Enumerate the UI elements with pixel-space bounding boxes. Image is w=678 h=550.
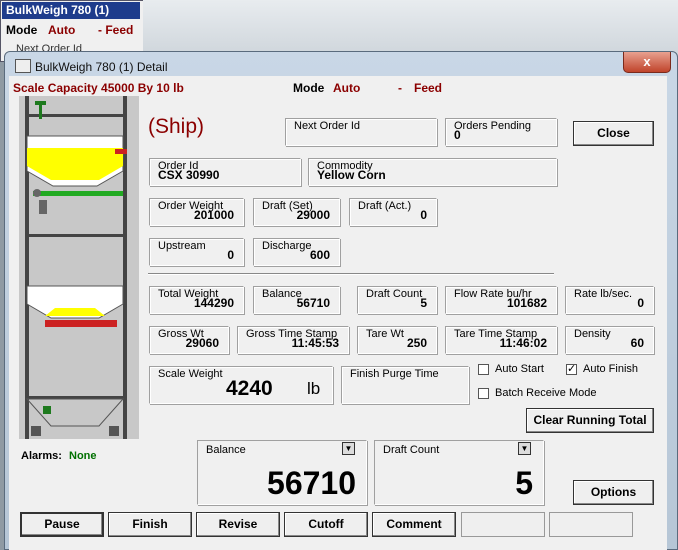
revise-button[interactable]: Revise	[196, 512, 280, 537]
scale-weight-label: Scale Weight	[158, 368, 223, 380]
finish-button[interactable]: Finish	[108, 512, 192, 537]
next-order-id-field: Next Order Id	[285, 118, 437, 146]
discharge-field: Discharge 600	[253, 238, 340, 266]
gross-time-stamp-value: 11:45:53	[291, 336, 339, 350]
balance-dropdown-icon[interactable]: ▼	[342, 442, 355, 455]
draft-count-big-label: Draft Count	[383, 444, 440, 456]
scale-weight-unit: lb	[307, 379, 321, 398]
upstream-field: Upstream 0	[149, 238, 244, 266]
draft-count-label: Draft Count	[366, 288, 423, 300]
scale-weight-field: Scale Weight 4240 lb	[149, 366, 333, 404]
mode-separator: -	[398, 81, 402, 95]
density-field: Density 60	[565, 326, 654, 354]
orders-pending-label: Orders Pending	[454, 120, 532, 132]
upper-gate-green	[33, 191, 123, 196]
flow-rate-field: Flow Rate bu/hr 101682	[445, 286, 557, 314]
commodity-value: Yellow Corn	[317, 168, 386, 182]
mode-label: Mode	[293, 81, 325, 95]
discharge-label: Discharge	[262, 240, 312, 252]
alarms-label: Alarms:	[21, 450, 62, 462]
batch-receive-mode-checkbox[interactable]	[478, 388, 489, 399]
rate-value: 0	[637, 296, 644, 310]
order-id-field: Order Id CSX 30990	[149, 158, 301, 186]
background-feed-value: - Feed	[98, 23, 134, 37]
lower-gate-red	[45, 320, 117, 327]
background-mode-value: Auto	[48, 23, 76, 37]
scale-capacity-label: Scale Capacity 45000 By 10 lb	[13, 81, 184, 95]
window-close-icon[interactable]: x	[623, 52, 671, 73]
order-weight-value: 201000	[193, 208, 234, 222]
orders-pending-field: Orders Pending 0	[445, 118, 557, 146]
balance-value: 56710	[296, 296, 330, 310]
draft-actual-label: Draft (Act.)	[358, 200, 412, 212]
shipment-direction: (Ship)	[148, 115, 205, 138]
tare-wt-label: Tare Wt	[366, 328, 404, 340]
order-id-value: CSX 30990	[158, 168, 220, 182]
discharge-valve-icon	[43, 406, 51, 414]
auto-finish-check-icon: ✓	[567, 363, 577, 375]
order-weight-field: Order Weight 201000	[149, 198, 244, 226]
comment-button[interactable]: Comment	[372, 512, 456, 537]
draft-actual-value: 0	[420, 208, 427, 222]
balance-big-value: 56710	[267, 465, 356, 501]
density-value: 60	[630, 336, 644, 350]
draft-set-value: 29000	[296, 208, 330, 222]
draft-set-field: Draft (Set) 29000	[253, 198, 340, 226]
balance-big-label: Balance	[206, 444, 246, 456]
pause-button[interactable]: Pause	[20, 512, 104, 537]
feed-state: Feed	[414, 81, 443, 95]
discharge-value: 600	[309, 248, 330, 262]
rate-field: Rate lb/sec. 0	[565, 286, 654, 314]
background-window-title[interactable]: BulkWeigh 780 (1)	[2, 2, 140, 19]
gross-time-stamp-field: Gross Time Stamp 11:45:53	[237, 326, 349, 354]
blank-button-1[interactable]	[461, 512, 545, 537]
blank-button-2[interactable]	[549, 512, 633, 537]
scale-weight-value: 4240	[226, 377, 273, 400]
rate-label: Rate lb/sec.	[574, 288, 633, 300]
tare-wt-field: Tare Wt 250	[357, 326, 437, 354]
background-mode-label: Mode	[6, 23, 38, 37]
scale-hopper-fill	[45, 308, 105, 316]
mode-value: Auto	[333, 81, 361, 95]
density-label: Density	[574, 328, 611, 340]
draft-count-dropdown-icon[interactable]: ▼	[518, 442, 531, 455]
options-button[interactable]: Options	[573, 480, 654, 505]
finish-purge-time-label: Finish Purge Time	[350, 368, 439, 380]
flow-rate-value: 101682	[506, 296, 547, 310]
draft-count-field: Draft Count 5	[357, 286, 437, 314]
window-title: BulkWeigh 780 (1) Detail	[35, 60, 168, 74]
upstream-label: Upstream	[158, 240, 206, 252]
gross-wt-value: 29060	[185, 336, 219, 350]
gross-wt-field: Gross Wt 29060	[149, 326, 229, 354]
draft-actual-field: Draft (Act.) 0	[349, 198, 437, 226]
auto-finish-checkbox[interactable]: ✓	[566, 364, 577, 375]
upstream-value: 0	[227, 248, 234, 262]
tare-wt-value: 250	[406, 336, 427, 350]
cutoff-button[interactable]: Cutoff	[284, 512, 368, 537]
window-app-icon	[15, 59, 31, 73]
close-button[interactable]: Close	[573, 121, 654, 146]
balance-field: Balance 56710	[253, 286, 340, 314]
finish-purge-time-field: Finish Purge Time	[341, 366, 469, 404]
orders-pending-value: 0	[454, 128, 461, 142]
total-weight-value: 144290	[193, 296, 234, 310]
alarms-value: None	[69, 450, 97, 462]
total-weight-field: Total Weight 144290	[149, 286, 244, 314]
auto-finish-label: Auto Finish	[583, 363, 639, 375]
scale-diagram	[19, 96, 139, 439]
auto-start-checkbox[interactable]	[478, 364, 489, 375]
upper-gate-red	[115, 149, 127, 154]
clear-running-total-button[interactable]: Clear Running Total	[526, 408, 654, 433]
draft-count-value: 5	[420, 296, 427, 310]
next-order-id-label: Next Order Id	[294, 120, 361, 132]
auto-start-label: Auto Start	[495, 363, 544, 375]
tare-time-stamp-field: Tare Time Stamp 11:46:02	[445, 326, 557, 354]
section-divider	[148, 273, 554, 275]
commodity-field: Commodity Yellow Corn	[308, 158, 557, 186]
draft-count-big-value: 5	[515, 465, 533, 501]
batch-receive-mode-label: Batch Receive Mode	[495, 387, 597, 399]
tare-time-stamp-value: 11:46:02	[499, 336, 547, 350]
